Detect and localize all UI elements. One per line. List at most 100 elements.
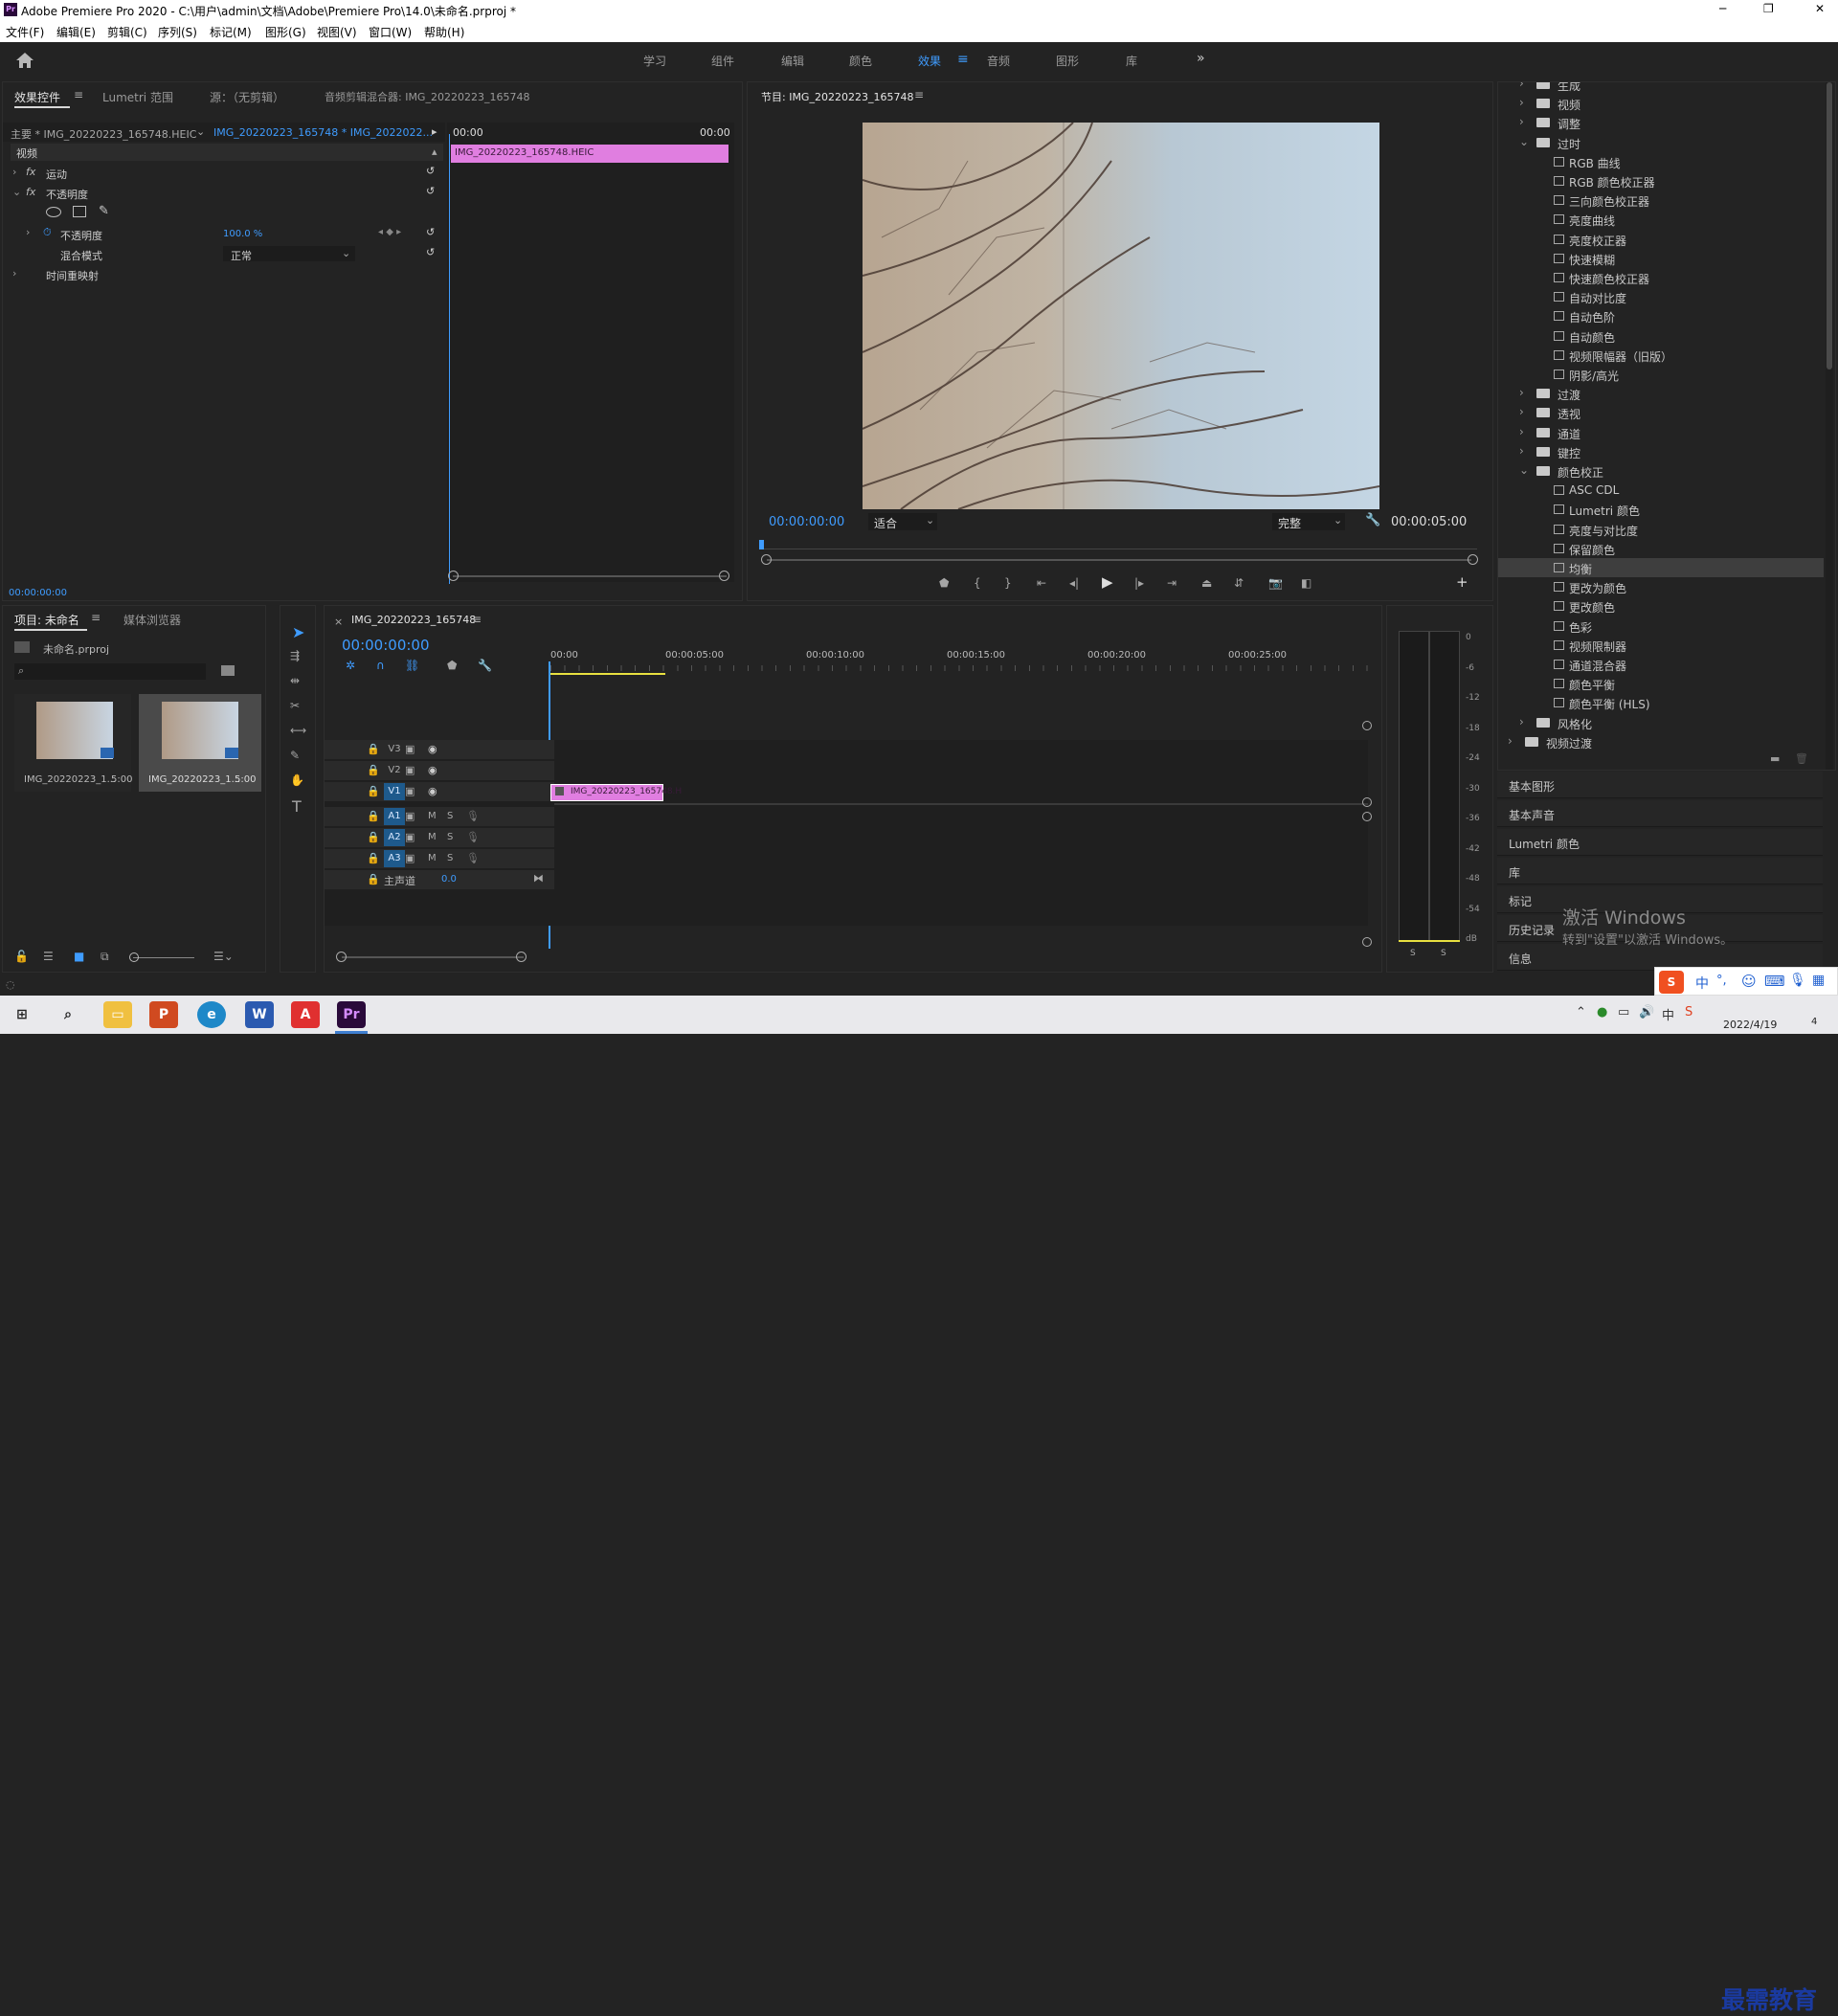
ime-mic-icon[interactable]: 🎙 [1789,973,1806,988]
search-icon[interactable]: ⌕ [54,1001,82,1028]
chevron-right-icon[interactable]: › [1519,715,1524,728]
effects-folder[interactable]: › 风格化 [1498,713,1824,732]
icon-view-icon[interactable]: ■ [74,951,84,962]
ime-chinese-mode[interactable]: 中 [1695,974,1709,993]
rectangle-mask-icon[interactable] [73,206,86,217]
razor-tool-icon[interactable]: ✂ [290,700,300,711]
tray-ime-icon[interactable]: 中 [1662,1005,1674,1023]
menu-marker[interactable]: 标记(M) [210,24,252,40]
workspace-assembly[interactable]: 组件 [711,53,734,69]
effects-folder[interactable]: › 调整 [1498,113,1824,132]
chevron-right-icon[interactable]: › [1519,96,1524,109]
track-target-a2[interactable]: A2 [384,829,405,846]
mic-icon[interactable]: 🎙 [466,810,480,822]
sync-lock-icon[interactable]: ▣ [405,810,415,822]
effect-item[interactable]: 均衡 [1498,558,1824,577]
pen-mask-icon[interactable]: ✎ [99,204,109,218]
panel-menu-icon[interactable]: ≡ [914,88,924,101]
track-target-a3[interactable]: A3 [384,850,405,867]
tab-media-browser[interactable]: 媒体浏览器 [123,612,181,628]
workspace-editing[interactable]: 编辑 [781,53,804,69]
effect-item[interactable]: 通道混合器 [1498,655,1824,674]
solo-button[interactable]: S [447,832,453,842]
side-panel-header[interactable]: 基本图形 [1497,772,1823,798]
effect-item[interactable]: Lumetri 颜色 [1498,500,1824,519]
effects-folder[interactable]: › 通道 [1498,423,1824,442]
chevron-right-icon[interactable]: › [1519,425,1524,438]
effect-item[interactable]: 阴影/高光 [1498,365,1824,384]
premiere-pro-taskbar-icon[interactable]: Pr [337,1001,366,1028]
chevron-right-icon[interactable]: › [1519,444,1524,458]
time-remap-label[interactable]: 时间重映射 [46,268,99,283]
eye-icon[interactable]: ◉ [428,743,437,755]
track-height-handle[interactable] [1362,721,1372,730]
menu-view[interactable]: 视图(V) [317,24,357,40]
ripple-edit-tool-icon[interactable]: ⇹ [290,675,300,686]
edge-browser-icon[interactable]: e [197,1001,226,1028]
timeline-settings-wrench-icon[interactable]: 🔧 [478,660,492,671]
selection-tool-icon[interactable]: ➤ [292,625,304,640]
effect-item[interactable]: 自动色阶 [1498,306,1824,325]
lock-icon[interactable]: 🔒 [367,852,380,864]
list-view-icon[interactable]: ☰ [43,951,54,962]
tab-effect-controls[interactable]: 效果控件 [14,89,60,105]
effect-item[interactable]: 颜色平衡 [1498,674,1824,693]
tray-sogou-icon[interactable]: S [1685,1005,1692,1019]
slider-handle[interactable] [129,952,139,962]
freeform-view-icon[interactable]: ⧉ [101,951,109,962]
side-panel-header[interactable]: Lumetri 颜色 [1497,829,1823,856]
motion-expand-chevron[interactable]: › [12,166,16,178]
effect-item[interactable]: 更改颜色 [1498,596,1824,616]
ec-zoom-handle-right[interactable] [719,571,729,581]
collapse-up-icon[interactable]: ▴ [432,146,437,158]
program-zoom-left[interactable] [761,554,772,565]
timeline-timecode[interactable]: 00:00:00:00 [342,637,430,654]
program-playhead[interactable] [759,540,764,549]
ime-menu-icon[interactable]: ▦ [1812,973,1825,988]
snap-icon[interactable]: ∩ [376,660,385,671]
tab-source[interactable]: 源：（无剪辑） [210,89,284,105]
delete-icon[interactable]: 🗑 [1795,752,1808,765]
keyframe-nav-icon[interactable]: ◂ ◆ ▸ [378,227,401,237]
lift-icon[interactable]: ⏏ [1201,577,1212,589]
workspace-graphics[interactable]: 图形 [1056,53,1079,69]
play-icon[interactable]: ▶ [1102,575,1113,590]
project-item[interactable]: IMG_20220223_1... 5:00 [14,694,132,792]
quality-dropdown[interactable]: 完整 ⌄ [1272,513,1345,530]
workspace-audio[interactable]: 音频 [987,53,1010,69]
ec-zoom-scrollbar[interactable] [453,575,727,577]
ec-playhead[interactable] [449,134,450,584]
effect-item[interactable]: 颜色平衡 (HLS) [1498,693,1824,712]
tab-audio-clip-mixer[interactable]: 音频剪辑混合器: IMG_20220223_165748 [325,89,529,104]
tab-project[interactable]: 项目: 未命名 [14,612,79,628]
menu-sequence[interactable]: 序列(S) [158,24,197,40]
track-height-handle[interactable] [1362,812,1372,821]
chevron-right-icon[interactable]: › [1519,405,1524,418]
stopwatch-icon[interactable]: ⏱ [43,226,52,239]
reset-opacity-param-icon[interactable]: ↺ [426,226,435,238]
effect-item[interactable]: 自动对比度 [1498,287,1824,306]
program-ruler[interactable] [763,540,1477,549]
track-height-handle[interactable] [1362,797,1372,807]
program-timecode[interactable]: 00:00:00:00 [769,515,844,529]
chevron-down-icon[interactable]: ⌄ [1519,463,1529,477]
project-item[interactable]: IMG_20220223_1... 5:00 [139,694,261,792]
mic-icon[interactable]: 🎙 [466,852,480,864]
opacity-value[interactable]: 100.0 % [223,229,262,239]
effect-item[interactable]: 色彩 [1498,616,1824,636]
sync-lock-icon[interactable]: ▣ [405,852,415,864]
workspace-color[interactable]: 颜色 [849,53,872,69]
workspace-menu-icon[interactable]: ≡ [957,52,969,67]
chevron-right-icon[interactable]: › [1519,115,1524,128]
reset-opacity-icon[interactable]: ↺ [426,185,435,197]
close-tab-icon[interactable]: × [334,616,343,628]
lock-icon[interactable]: 🔒 [367,743,380,755]
v-a-divider[interactable] [554,803,1368,805]
menu-edit[interactable]: 编辑(E) [56,24,96,40]
extract-icon[interactable]: ⇵ [1234,577,1244,589]
notification-count-badge[interactable]: 4 [1811,1017,1817,1027]
track-select-tool-icon[interactable]: ⇶ [290,650,300,661]
program-zoom-scrollbar[interactable] [767,559,1471,561]
close-button[interactable]: ✕ [1815,2,1825,15]
network-icon[interactable]: ▭ [1618,1005,1629,1019]
